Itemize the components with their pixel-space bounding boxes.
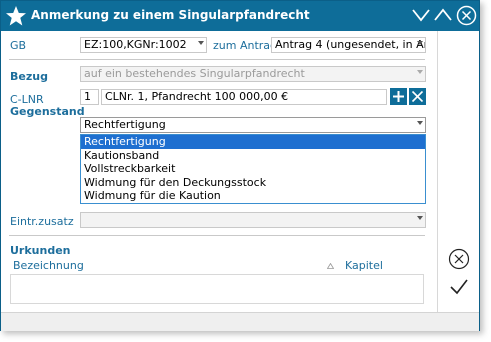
chevron-down-icon bbox=[417, 121, 423, 125]
eintr-zusatz-label: Eintr.zusatz bbox=[10, 215, 74, 228]
urkunden-title: Urkunden bbox=[10, 244, 71, 257]
cancel-circle-icon[interactable] bbox=[448, 248, 470, 270]
star-icon bbox=[6, 6, 26, 26]
chevron-up-icon[interactable] bbox=[433, 5, 453, 25]
dialog-window: Anmerkung zu einem Singularpfandrecht GB… bbox=[0, 0, 480, 331]
column-header-bezeichnung[interactable]: Bezeichnung bbox=[13, 259, 84, 272]
column-header-kapitel[interactable]: Kapitel bbox=[345, 259, 383, 272]
bezug-value: auf ein bestehendes Singularpfandrecht bbox=[84, 67, 305, 80]
close-circle-icon[interactable] bbox=[456, 5, 477, 26]
chevron-down-icon bbox=[417, 216, 423, 220]
dropdown-option[interactable]: Widmung für den Deckungsstock bbox=[81, 176, 425, 190]
clnr-number-input[interactable]: 1 bbox=[80, 89, 99, 105]
bezug-label: Bezug bbox=[10, 70, 48, 83]
gegenstand-value: Rechtfertigung bbox=[84, 118, 166, 131]
chevron-down-icon[interactable] bbox=[411, 5, 431, 25]
gegenstand-label: Gegenstand bbox=[10, 105, 85, 118]
gb-value: EZ:100,KGNr:1002 bbox=[84, 38, 187, 51]
chevron-down-icon bbox=[198, 41, 204, 45]
window-title: Anmerkung zu einem Singularpfandrecht bbox=[31, 8, 310, 22]
chevron-down-icon bbox=[417, 70, 423, 74]
divider bbox=[9, 59, 425, 60]
urkunden-grid-header: Bezeichnung Kapitel bbox=[10, 259, 424, 273]
dropdown-option[interactable]: Kautionsband bbox=[81, 149, 425, 163]
antrag-select[interactable]: Antrag 4 (ungesendet, in Arbe bbox=[271, 37, 426, 53]
zum-antrag-label: zum Antrag bbox=[213, 39, 278, 52]
clnr-value: CLNr. 1, Pfandrecht 100 000,00 € bbox=[105, 90, 289, 103]
panel-separator bbox=[437, 31, 438, 313]
title-bar[interactable]: Anmerkung zu einem Singularpfandrecht bbox=[1, 1, 479, 31]
x-icon bbox=[411, 90, 424, 103]
dropdown-option[interactable]: Widmung für die Kaution bbox=[81, 189, 425, 203]
status-bar bbox=[1, 312, 479, 331]
antrag-value: Antrag 4 (ungesendet, in Arbe bbox=[275, 38, 426, 51]
sort-up-icon bbox=[327, 263, 334, 269]
add-button[interactable] bbox=[390, 88, 407, 105]
chevron-down-icon bbox=[417, 41, 423, 45]
urkunden-grid[interactable] bbox=[10, 274, 424, 304]
clnr-number-value: 1 bbox=[84, 90, 91, 103]
gb-label: GB bbox=[10, 39, 27, 52]
bezug-select[interactable]: auf ein bestehendes Singularpfandrecht bbox=[80, 66, 426, 82]
dropdown-option[interactable]: Rechtfertigung bbox=[81, 135, 425, 149]
clnr-input[interactable]: CLNr. 1, Pfandrecht 100 000,00 € bbox=[101, 89, 387, 105]
gegenstand-select[interactable]: Rechtfertigung bbox=[80, 117, 426, 133]
checkmark-icon[interactable] bbox=[448, 277, 470, 297]
remove-button[interactable] bbox=[409, 88, 426, 105]
eintr-zusatz-select[interactable] bbox=[80, 212, 426, 228]
dropdown-option[interactable]: Vollstreckbarkeit bbox=[81, 162, 425, 176]
divider bbox=[9, 235, 425, 236]
plus-icon bbox=[393, 91, 404, 102]
gegenstand-dropdown-list: Rechtfertigung Kautionsband Vollstreckba… bbox=[80, 134, 426, 204]
gb-select[interactable]: EZ:100,KGNr:1002 bbox=[80, 37, 207, 53]
